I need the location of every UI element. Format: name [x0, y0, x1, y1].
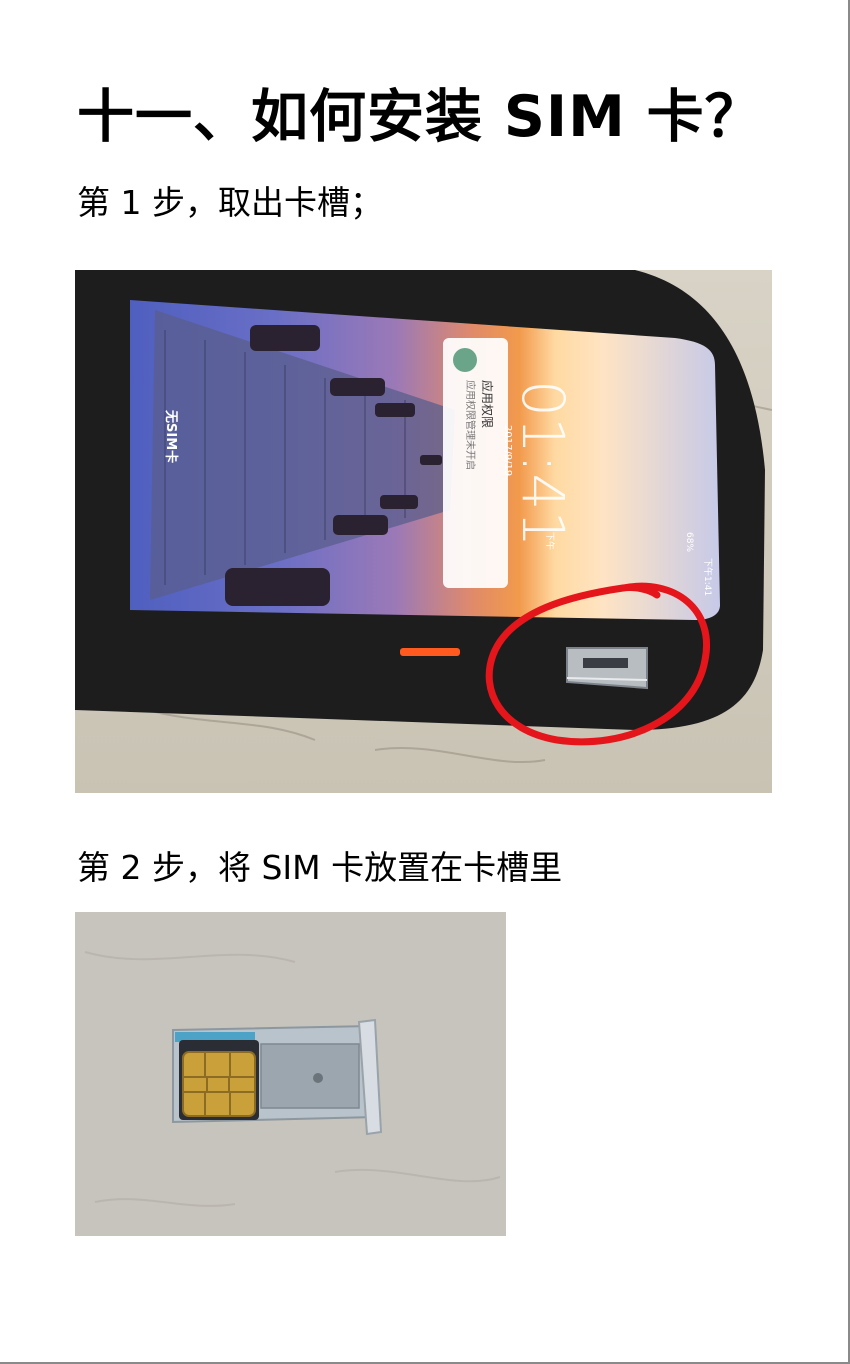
step-1-text: 第 1 步，取出卡槽； — [77, 183, 383, 222]
notification-body: 应用权限管理未开启 — [464, 380, 477, 470]
am-pm-label: 下午 — [544, 532, 556, 550]
document-page: 十一、如何安装 SIM 卡？ 第 1 步，取出卡槽； 无SIM卡 01:41 2… — [0, 0, 850, 1364]
phone-sim-tray-photo: 无SIM卡 01:41 2017/9/19 应用权限 应用权限管理未开启 下午1… — [75, 270, 772, 793]
lockscreen-clock: 01:41 — [509, 380, 577, 547]
no-sim-text: 无SIM卡 — [163, 409, 179, 463]
notification-title: 应用权限 — [480, 380, 495, 428]
sim-card-in-tray-photo — [75, 912, 506, 1236]
page-title: 十一、如何安装 SIM 卡？ — [77, 84, 763, 150]
step-2-text: 第 2 步，将 SIM 卡放置在卡槽里 — [77, 848, 563, 887]
status-time: 下午1:41 — [702, 558, 714, 596]
sim-tray-with-card — [172, 1018, 383, 1136]
lockscreen-date: 2017/9/19 — [502, 425, 513, 476]
sim-tray — [566, 647, 648, 690]
battery-percent: 68% — [684, 532, 694, 552]
